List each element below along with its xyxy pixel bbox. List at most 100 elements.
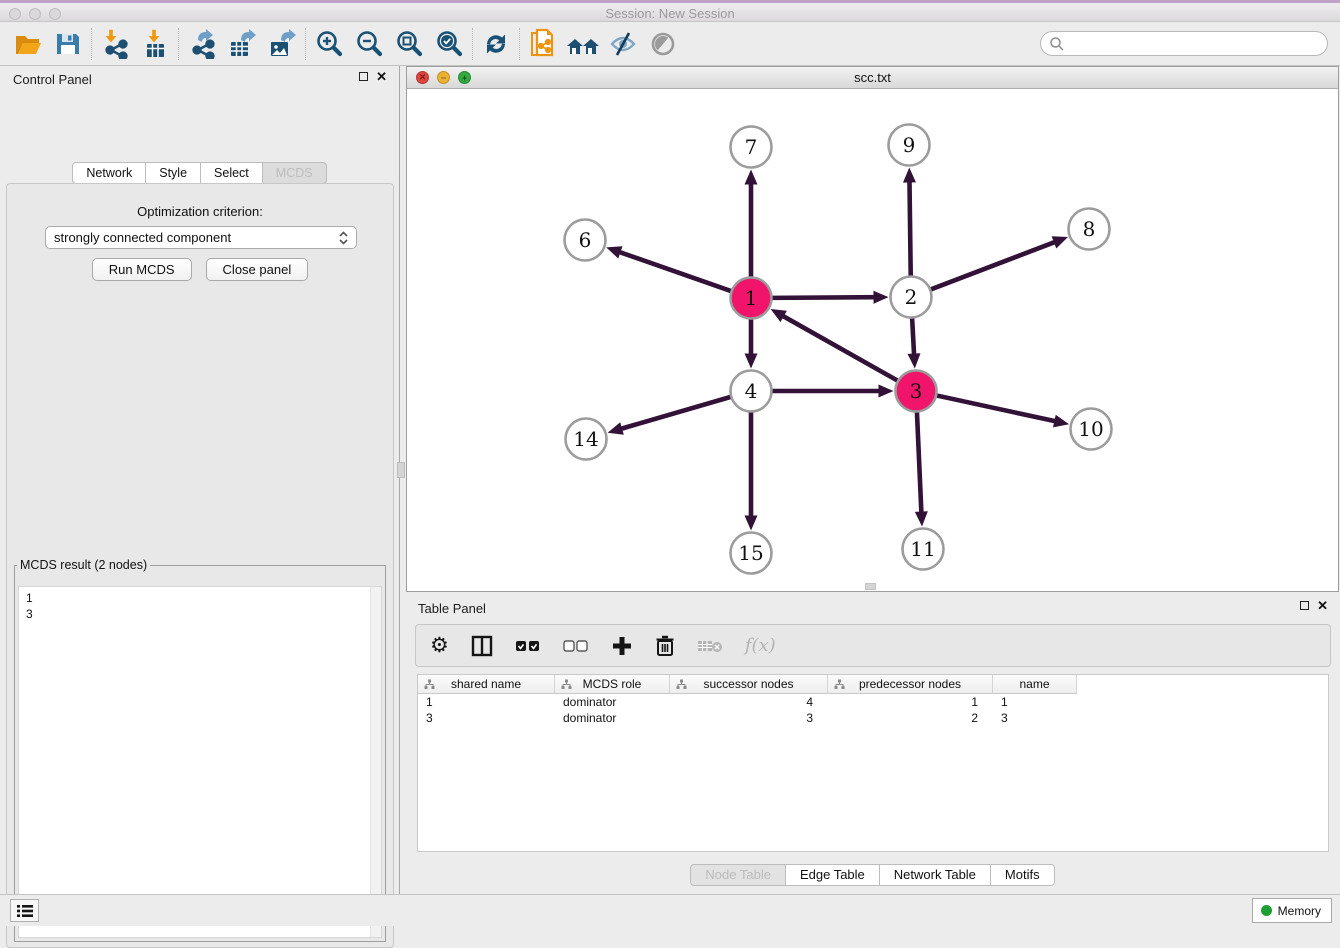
node-3[interactable]: 3 [896, 371, 937, 412]
toolbar-separator [472, 28, 473, 60]
svg-text:3: 3 [910, 379, 923, 403]
delete-column-icon[interactable] [655, 635, 675, 657]
network-window-titlebar[interactable]: ✕ − + scc.txt [407, 67, 1338, 89]
first-neighbors-button[interactable] [563, 26, 603, 62]
column-header-shared-name[interactable]: shared name [418, 675, 555, 694]
import-network-button[interactable] [95, 26, 135, 62]
cell-successor-nodes[interactable]: 4 [670, 694, 828, 710]
tab-node-table[interactable]: Node Table [690, 864, 786, 886]
export-image-button[interactable] [262, 26, 302, 62]
show-panels-button[interactable] [10, 899, 39, 922]
node-15[interactable]: 15 [731, 533, 772, 574]
node-14[interactable]: 14 [566, 419, 607, 460]
tab-edge-table[interactable]: Edge Table [785, 864, 880, 886]
optimization-criterion-select[interactable]: strongly connected component [45, 226, 357, 249]
cell-successor-nodes[interactable]: 3 [670, 710, 828, 726]
node-7[interactable]: 7 [731, 127, 772, 168]
zoom-out-button[interactable] [349, 26, 389, 62]
tab-network[interactable]: Network [72, 162, 146, 184]
search-input[interactable] [1040, 31, 1328, 56]
table-panel: Table Panel ✕ ⚙ [405, 595, 1340, 890]
run-mcds-button[interactable]: Run MCDS [92, 258, 192, 281]
node-8[interactable]: 8 [1069, 209, 1110, 250]
apply-layout-button[interactable] [476, 26, 516, 62]
open-file-button[interactable] [8, 26, 48, 62]
cell-predecessor-nodes[interactable]: 2 [828, 710, 993, 726]
tab-motifs[interactable]: Motifs [990, 864, 1055, 886]
svg-text:2: 2 [905, 285, 918, 309]
cell-predecessor-nodes[interactable]: 1 [828, 694, 993, 710]
cell-shared-name[interactable]: 1 [418, 694, 555, 710]
edge-3-11[interactable] [917, 412, 922, 514]
mcds-result-list[interactable]: 1 3 [18, 586, 382, 938]
table-row[interactable]: 3dominator323 [418, 710, 1328, 726]
node-table[interactable]: shared nameMCDS rolesuccessor nodesprede… [417, 674, 1329, 852]
node-2[interactable]: 2 [891, 277, 932, 318]
session-title: Session: New Session [0, 6, 1340, 21]
column-header-MCDS-role[interactable]: MCDS role [555, 675, 670, 694]
zoom-fit-button[interactable] [389, 26, 429, 62]
show-all-button[interactable] [643, 26, 683, 62]
column-header-successor-nodes[interactable]: successor nodes [670, 675, 828, 694]
cell-shared-name[interactable]: 3 [418, 710, 555, 726]
edge-1-6[interactable] [618, 251, 731, 291]
edge-2-9[interactable] [909, 179, 910, 275]
zoom-selected-button[interactable] [429, 26, 469, 62]
export-table-button[interactable] [222, 26, 262, 62]
column-header-name[interactable]: name [993, 675, 1077, 694]
import-table-button[interactable] [135, 26, 175, 62]
tab-network-table[interactable]: Network Table [879, 864, 991, 886]
network-canvas[interactable]: 7 9 6 8 1 2 4 3 14 10 15 11 [407, 89, 1338, 591]
hide-selected-button[interactable] [603, 26, 643, 62]
control-panel: Control Panel ✕ NetworkStyleSelectMCDS O… [0, 66, 400, 894]
toolbar-separator [91, 28, 92, 60]
select-all-icon[interactable] [515, 639, 541, 653]
close-panel-button[interactable]: Close panel [206, 258, 309, 281]
node-1[interactable]: 1 [731, 278, 772, 319]
node-6[interactable]: 6 [565, 220, 606, 261]
memory-button[interactable]: Memory [1252, 898, 1332, 923]
save-session-button[interactable] [48, 26, 88, 62]
horizontal-split-handle[interactable] [865, 583, 876, 590]
cell-MCDS-role[interactable]: dominator [555, 710, 670, 726]
import-network-icon [100, 29, 130, 59]
tab-style[interactable]: Style [145, 162, 201, 184]
node-10[interactable]: 10 [1071, 409, 1112, 450]
tab-mcds[interactable]: MCDS [262, 162, 327, 184]
show-columns-icon[interactable] [471, 635, 493, 657]
table-settings-icon[interactable]: ⚙ [430, 636, 449, 656]
cell-name[interactable]: 1 [993, 694, 1077, 710]
node-9[interactable]: 9 [889, 125, 930, 166]
cell-name[interactable]: 3 [993, 710, 1077, 726]
float-panel-icon[interactable] [359, 72, 368, 81]
new-network-from-selection-icon [528, 28, 558, 60]
apply-layout-icon [482, 30, 510, 58]
close-panel-icon[interactable]: ✕ [376, 72, 387, 81]
status-bar: Memory [0, 894, 1340, 926]
result-scrollbar[interactable] [370, 587, 381, 937]
edge-2-8[interactable] [931, 241, 1057, 289]
table-toolbar: ⚙ [415, 624, 1331, 667]
edge-4-14[interactable] [619, 397, 730, 429]
cell-MCDS-role[interactable]: dominator [555, 694, 670, 710]
close-table-panel-icon[interactable]: ✕ [1317, 601, 1328, 610]
new-network-from-selection-button[interactable] [523, 26, 563, 62]
float-table-panel-icon[interactable] [1300, 601, 1309, 610]
node-4[interactable]: 4 [731, 371, 772, 412]
table-row[interactable]: 1dominator411 [418, 694, 1328, 710]
zoom-in-icon [314, 29, 344, 59]
vertical-split-handle[interactable] [397, 462, 405, 478]
column-header-predecessor-nodes[interactable]: predecessor nodes [828, 675, 993, 694]
add-column-icon[interactable] [611, 635, 633, 657]
edge-3-1[interactable] [781, 315, 897, 381]
edge-1-2[interactable] [772, 297, 876, 298]
edge-3-10[interactable] [937, 396, 1057, 422]
deselect-all-icon[interactable] [563, 639, 589, 653]
edge-2-3[interactable] [912, 318, 914, 356]
zoom-in-button[interactable] [309, 26, 349, 62]
tab-select[interactable]: Select [200, 162, 263, 184]
list-icon [16, 904, 34, 918]
export-image-icon [266, 29, 298, 59]
export-network-button[interactable] [182, 26, 222, 62]
node-11[interactable]: 11 [903, 529, 944, 570]
